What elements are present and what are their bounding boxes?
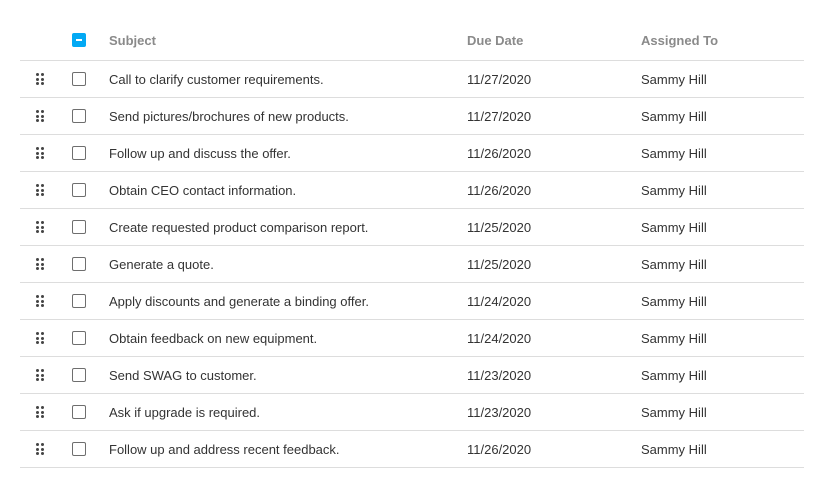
row-select-cell — [60, 394, 98, 430]
drag-handle-icon[interactable] — [36, 73, 44, 85]
row-due-date: 11/27/2020 — [467, 108, 532, 124]
row-select-checkbox[interactable] — [72, 442, 86, 456]
row-assigned-to: Sammy Hill — [641, 293, 707, 309]
row-select-cell — [60, 320, 98, 356]
row-due-date: 11/24/2020 — [467, 330, 532, 346]
table-row[interactable]: Follow up and address recent feedback. 1… — [20, 431, 804, 468]
row-drag-cell — [20, 283, 60, 319]
table-row[interactable]: Send SWAG to customer. 11/23/2020 Sammy … — [20, 357, 804, 394]
row-select-cell — [60, 172, 98, 208]
row-select-cell — [60, 61, 98, 97]
row-assigned-to: Sammy Hill — [641, 441, 707, 457]
tasks-grid: Subject Due Date Assigned To Call to cla… — [20, 20, 804, 468]
grid-header-row: Subject Due Date Assigned To — [20, 20, 804, 61]
row-drag-cell — [20, 61, 60, 97]
row-subject: Follow up and discuss the offer. — [109, 145, 291, 161]
row-drag-cell — [20, 357, 60, 393]
table-row[interactable]: Apply discounts and generate a binding o… — [20, 283, 804, 320]
drag-handle-icon[interactable] — [36, 332, 44, 344]
row-assigned-to: Sammy Hill — [641, 330, 707, 346]
row-assigned-to: Sammy Hill — [641, 219, 707, 235]
table-row[interactable]: Create requested product comparison repo… — [20, 209, 804, 246]
row-select-cell — [60, 135, 98, 171]
row-subject: Generate a quote. — [109, 256, 214, 272]
table-row[interactable]: Follow up and discuss the offer. 11/26/2… — [20, 135, 804, 172]
table-row[interactable]: Generate a quote. 11/25/2020 Sammy Hill — [20, 246, 804, 283]
drag-handle-icon[interactable] — [36, 443, 44, 455]
row-select-checkbox[interactable] — [72, 146, 86, 160]
table-row[interactable]: Obtain feedback on new equipment. 11/24/… — [20, 320, 804, 357]
column-header-subject[interactable]: Subject — [109, 20, 459, 60]
row-select-checkbox[interactable] — [72, 257, 86, 271]
row-subject: Create requested product comparison repo… — [109, 219, 369, 235]
row-due-date: 11/26/2020 — [467, 182, 532, 198]
drag-handle-icon[interactable] — [36, 147, 44, 159]
row-subject: Obtain CEO contact information. — [109, 182, 297, 198]
row-due-date: 11/27/2020 — [467, 71, 532, 87]
drag-handle-icon[interactable] — [36, 369, 44, 381]
row-assigned-to: Sammy Hill — [641, 145, 707, 161]
drag-handle-icon[interactable] — [36, 406, 44, 418]
row-select-cell — [60, 431, 98, 467]
row-drag-cell — [20, 98, 60, 134]
row-drag-cell — [20, 172, 60, 208]
drag-handle-icon[interactable] — [36, 258, 44, 270]
row-drag-cell — [20, 431, 60, 467]
select-all-checkbox[interactable] — [72, 33, 86, 47]
row-subject: Ask if upgrade is required. — [109, 404, 261, 420]
row-drag-cell — [20, 320, 60, 356]
row-select-checkbox[interactable] — [72, 109, 86, 123]
row-select-checkbox[interactable] — [72, 294, 86, 308]
row-assigned-to: Sammy Hill — [641, 404, 707, 420]
row-subject: Follow up and address recent feedback. — [109, 441, 340, 457]
drag-handle-icon[interactable] — [36, 184, 44, 196]
row-due-date: 11/26/2020 — [467, 145, 532, 161]
row-assigned-to: Sammy Hill — [641, 367, 707, 383]
row-due-date: 11/25/2020 — [467, 256, 532, 272]
row-subject: Call to clarify customer requirements. — [109, 71, 324, 87]
row-due-date: 11/23/2020 — [467, 404, 532, 420]
row-subject: Send SWAG to customer. — [109, 367, 257, 383]
row-subject: Send pictures/brochures of new products. — [109, 108, 349, 124]
header-drag-column — [20, 20, 60, 60]
header-select-all-cell — [60, 20, 98, 60]
row-select-checkbox[interactable] — [72, 405, 86, 419]
table-row[interactable]: Send pictures/brochures of new products.… — [20, 98, 804, 135]
row-select-cell — [60, 209, 98, 245]
row-assigned-to: Sammy Hill — [641, 108, 707, 124]
table-row[interactable]: Ask if upgrade is required. 11/23/2020 S… — [20, 394, 804, 431]
row-select-cell — [60, 246, 98, 282]
row-drag-cell — [20, 135, 60, 171]
row-select-checkbox[interactable] — [72, 368, 86, 382]
row-subject: Obtain feedback on new equipment. — [109, 330, 318, 346]
drag-handle-icon[interactable] — [36, 221, 44, 233]
row-assigned-to: Sammy Hill — [641, 71, 707, 87]
row-due-date: 11/23/2020 — [467, 367, 532, 383]
row-select-cell — [60, 283, 98, 319]
row-select-cell — [60, 98, 98, 134]
row-assigned-to: Sammy Hill — [641, 182, 707, 198]
row-subject: Apply discounts and generate a binding o… — [109, 293, 369, 309]
table-row[interactable]: Call to clarify customer requirements. 1… — [20, 61, 804, 98]
column-header-assigned-to[interactable]: Assigned To — [641, 20, 801, 60]
row-select-checkbox[interactable] — [72, 72, 86, 86]
row-select-checkbox[interactable] — [72, 183, 86, 197]
table-row[interactable]: Obtain CEO contact information. 11/26/20… — [20, 172, 804, 209]
row-due-date: 11/24/2020 — [467, 293, 532, 309]
row-assigned-to: Sammy Hill — [641, 256, 707, 272]
drag-handle-icon[interactable] — [36, 295, 44, 307]
column-header-due-date[interactable]: Due Date — [467, 20, 627, 60]
row-select-checkbox[interactable] — [72, 220, 86, 234]
row-due-date: 11/26/2020 — [467, 441, 532, 457]
row-select-checkbox[interactable] — [72, 331, 86, 345]
row-drag-cell — [20, 246, 60, 282]
drag-handle-icon[interactable] — [36, 110, 44, 122]
grid-body: Call to clarify customer requirements. 1… — [20, 61, 804, 468]
row-due-date: 11/25/2020 — [467, 219, 532, 235]
row-drag-cell — [20, 209, 60, 245]
row-select-cell — [60, 357, 98, 393]
row-drag-cell — [20, 394, 60, 430]
